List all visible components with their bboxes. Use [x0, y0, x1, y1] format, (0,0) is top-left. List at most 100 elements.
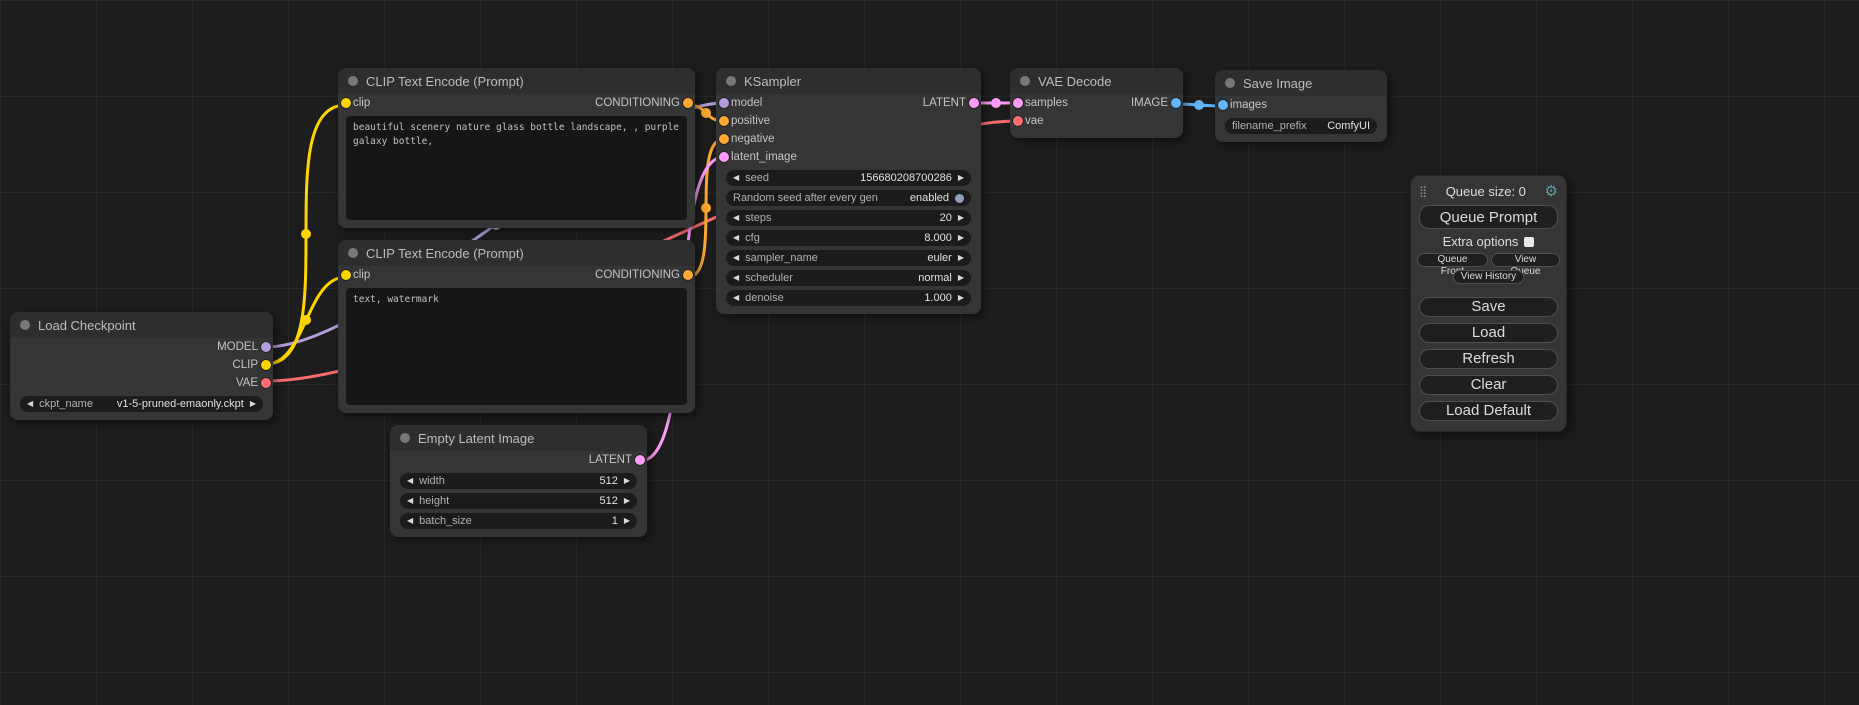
toggle-knob-icon[interactable]: [955, 194, 964, 203]
left-arrow-icon[interactable]: ◀: [733, 294, 739, 302]
view-queue-button[interactable]: View Queue: [1491, 253, 1560, 267]
node-title-bar[interactable]: Empty Latent Image: [390, 425, 647, 451]
queue-prompt-button[interactable]: Queue Prompt: [1419, 205, 1558, 229]
collapse-dot-icon[interactable]: [20, 320, 30, 330]
widget-value: 1: [612, 515, 618, 527]
refresh-button[interactable]: Refresh: [1419, 349, 1558, 369]
clip-input-dot[interactable]: [341, 270, 351, 280]
right-arrow-icon[interactable]: ▶: [624, 517, 630, 525]
scheduler-widget[interactable]: ◀ scheduler normal ▶: [726, 270, 971, 286]
right-arrow-icon[interactable]: ▶: [958, 294, 964, 302]
extra-options-row: Extra options: [1417, 233, 1560, 250]
cfg-widget[interactable]: ◀ cfg 8.000 ▶: [726, 230, 971, 246]
collapse-dot-icon[interactable]: [1225, 78, 1235, 88]
right-arrow-icon[interactable]: ▶: [624, 477, 630, 485]
positive-input-dot[interactable]: [719, 116, 729, 126]
node-title-bar[interactable]: CLIP Text Encode (Prompt): [338, 68, 695, 94]
steps-widget[interactable]: ◀ steps 20 ▶: [726, 210, 971, 226]
image-output-dot[interactable]: [1171, 98, 1181, 108]
right-arrow-icon[interactable]: ▶: [624, 497, 630, 505]
node-graph-canvas[interactable]: Load Checkpoint MODEL CLIP VAE ◀ ckpt_na…: [0, 0, 1859, 705]
extra-options-checkbox[interactable]: [1524, 237, 1534, 247]
widget-name: height: [419, 495, 449, 507]
link-conditioning-positive-midpoint-dot: [701, 108, 711, 118]
left-arrow-icon[interactable]: ◀: [407, 497, 413, 505]
save-button[interactable]: Save: [1419, 297, 1558, 317]
node-save-image[interactable]: Save Image images filename_prefix ComfyU…: [1215, 70, 1387, 142]
left-arrow-icon[interactable]: ◀: [733, 234, 739, 242]
filename-prefix-widget[interactable]: filename_prefix ComfyUI: [1225, 118, 1377, 134]
node-vae-decode[interactable]: VAE Decode samples IMAGE vae: [1010, 68, 1183, 138]
queue-front-button[interactable]: Queue Front: [1417, 253, 1488, 267]
right-arrow-icon[interactable]: ▶: [958, 214, 964, 222]
view-history-button[interactable]: View History: [1453, 270, 1524, 284]
node-title-bar[interactable]: Load Checkpoint: [10, 312, 273, 338]
widget-value: ComfyUI: [1327, 120, 1370, 132]
random-seed-toggle-widget[interactable]: Random seed after every gen enabled: [726, 190, 971, 206]
right-arrow-icon[interactable]: ▶: [958, 274, 964, 282]
ckpt-name-widget[interactable]: ◀ ckpt_name v1-5-pruned-emaonly.ckpt ▶: [20, 396, 263, 412]
latent-output-dot[interactable]: [969, 98, 979, 108]
right-arrow-icon[interactable]: ▶: [958, 254, 964, 262]
output-slot-clip: CLIP: [10, 356, 273, 374]
left-arrow-icon[interactable]: ◀: [733, 254, 739, 262]
conditioning-output-dot[interactable]: [683, 98, 693, 108]
collapse-dot-icon[interactable]: [1020, 76, 1030, 86]
left-arrow-icon[interactable]: ◀: [733, 274, 739, 282]
conditioning-output-dot[interactable]: [683, 270, 693, 280]
collapse-dot-icon[interactable]: [726, 76, 736, 86]
node-clip-text-encode-negative[interactable]: CLIP Text Encode (Prompt) clip CONDITION…: [338, 240, 695, 413]
right-arrow-icon[interactable]: ▶: [250, 400, 256, 408]
load-button[interactable]: Load: [1419, 323, 1558, 343]
height-widget[interactable]: ◀ height 512 ▶: [400, 493, 637, 509]
model-input-dot[interactable]: [719, 98, 729, 108]
left-arrow-icon[interactable]: ◀: [407, 477, 413, 485]
node-load-checkpoint[interactable]: Load Checkpoint MODEL CLIP VAE ◀ ckpt_na…: [10, 312, 273, 420]
latent-output-dot[interactable]: [635, 455, 645, 465]
seed-widget[interactable]: ◀ seed 156680208700286 ▶: [726, 170, 971, 186]
denoise-widget[interactable]: ◀ denoise 1.000 ▶: [726, 290, 971, 306]
batch-size-widget[interactable]: ◀ batch_size 1 ▶: [400, 513, 637, 529]
samples-input-dot[interactable]: [1013, 98, 1023, 108]
node-empty-latent-image[interactable]: Empty Latent Image LATENT ◀ width 512 ▶ …: [390, 425, 647, 537]
node-title-bar[interactable]: CLIP Text Encode (Prompt): [338, 240, 695, 266]
clear-button[interactable]: Clear: [1419, 375, 1558, 395]
node-ksampler[interactable]: KSampler model LATENT positive negative …: [716, 68, 981, 314]
left-arrow-icon[interactable]: ◀: [733, 174, 739, 182]
widget-value: euler: [927, 252, 951, 264]
clip-input-dot[interactable]: [341, 98, 351, 108]
widget-name: steps: [745, 212, 771, 224]
clip-output-dot[interactable]: [261, 360, 271, 370]
prompt-text-area[interactable]: text, watermark: [346, 288, 687, 405]
drag-handle-icon[interactable]: ⣿: [1419, 185, 1427, 198]
prompt-text-area[interactable]: beautiful scenery nature glass bottle la…: [346, 116, 687, 220]
widget-name: ckpt_name: [39, 398, 93, 410]
model-output-dot[interactable]: [261, 342, 271, 352]
link-image-midpoint-dot: [1194, 100, 1204, 110]
collapse-dot-icon[interactable]: [348, 76, 358, 86]
right-arrow-icon[interactable]: ▶: [958, 234, 964, 242]
width-widget[interactable]: ◀ width 512 ▶: [400, 473, 637, 489]
node-title: Load Checkpoint: [38, 318, 136, 333]
images-input-dot[interactable]: [1218, 100, 1228, 110]
left-arrow-icon[interactable]: ◀: [27, 400, 33, 408]
negative-input-dot[interactable]: [719, 134, 729, 144]
vae-output-dot[interactable]: [261, 378, 271, 388]
left-arrow-icon[interactable]: ◀: [407, 517, 413, 525]
vae-input-dot[interactable]: [1013, 116, 1023, 126]
node-title-bar[interactable]: VAE Decode: [1010, 68, 1183, 94]
node-title-bar[interactable]: Save Image: [1215, 70, 1387, 96]
left-arrow-icon[interactable]: ◀: [733, 214, 739, 222]
widget-value: 8.000: [924, 232, 952, 244]
input-label: positive: [731, 115, 770, 127]
latent-image-input-dot[interactable]: [719, 152, 729, 162]
node-clip-text-encode-positive[interactable]: CLIP Text Encode (Prompt) clip CONDITION…: [338, 68, 695, 228]
collapse-dot-icon[interactable]: [348, 248, 358, 258]
load-default-button[interactable]: Load Default: [1419, 401, 1558, 421]
settings-gear-icon[interactable]: ⚙: [1545, 182, 1558, 200]
sampler-name-widget[interactable]: ◀ sampler_name euler ▶: [726, 250, 971, 266]
node-title-bar[interactable]: KSampler: [716, 68, 981, 94]
collapse-dot-icon[interactable]: [400, 433, 410, 443]
right-arrow-icon[interactable]: ▶: [958, 174, 964, 182]
input-slot-vae: vae: [1010, 112, 1183, 130]
